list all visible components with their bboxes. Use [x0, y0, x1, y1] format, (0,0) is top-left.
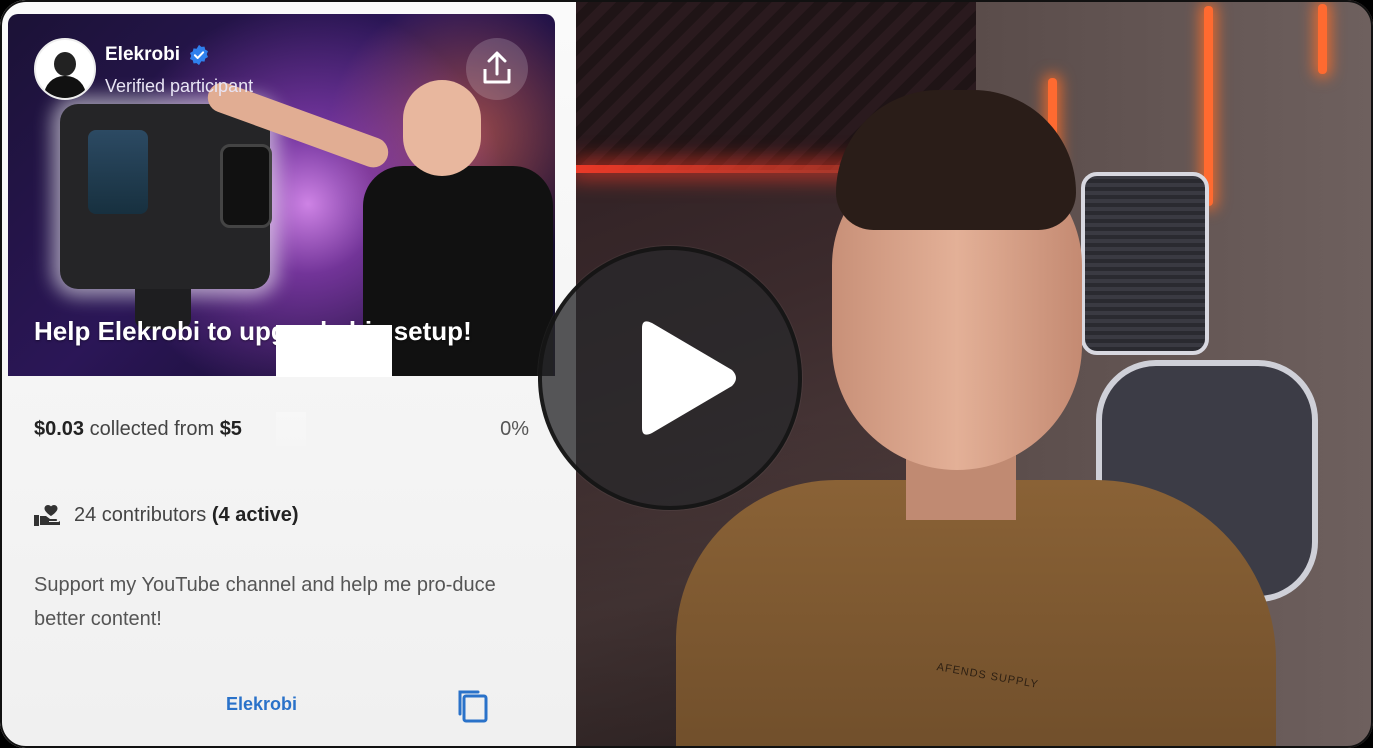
video-player[interactable]: Elekrobi Verified participant Help Elekr… [0, 0, 1373, 748]
contributors-count: 24 contributors [74, 503, 207, 526]
neon-light [1318, 4, 1327, 74]
progress-percent: 0% [500, 418, 529, 440]
active-count: (4 active) [211, 503, 299, 526]
creator-link[interactable]: Elekrobi [226, 694, 297, 715]
redaction-box [276, 412, 306, 446]
donation-card: Elekrobi Verified participant Help Elekr… [0, 0, 576, 748]
play-button[interactable] [538, 246, 802, 510]
redaction-box [276, 325, 392, 377]
username-text: Elekrobi [105, 44, 180, 65]
contributors-row: 24 contributors (4 active) [34, 503, 299, 527]
avatar [34, 38, 96, 100]
hand-heart-icon [34, 505, 60, 526]
hero-banner: Elekrobi Verified participant Help Elekr… [8, 14, 555, 376]
share-upload-icon [483, 51, 511, 84]
collected-amount: $0.03 [34, 418, 85, 440]
verified-label: Verified participant [105, 76, 254, 96]
campaign-description: Support my YouTube channel and help me p… [34, 574, 496, 630]
collected-text: collected from [89, 418, 215, 440]
verified-badge-icon [190, 44, 208, 66]
play-icon [642, 321, 736, 435]
hero-title: Help Elekrobi to upgrade his setup! [34, 316, 472, 346]
copy-icon[interactable] [456, 688, 490, 724]
action-camera-illustration [60, 104, 272, 329]
username: Elekrobi [105, 44, 210, 66]
share-button[interactable] [466, 38, 528, 100]
goal-amount: $5 [219, 418, 242, 440]
